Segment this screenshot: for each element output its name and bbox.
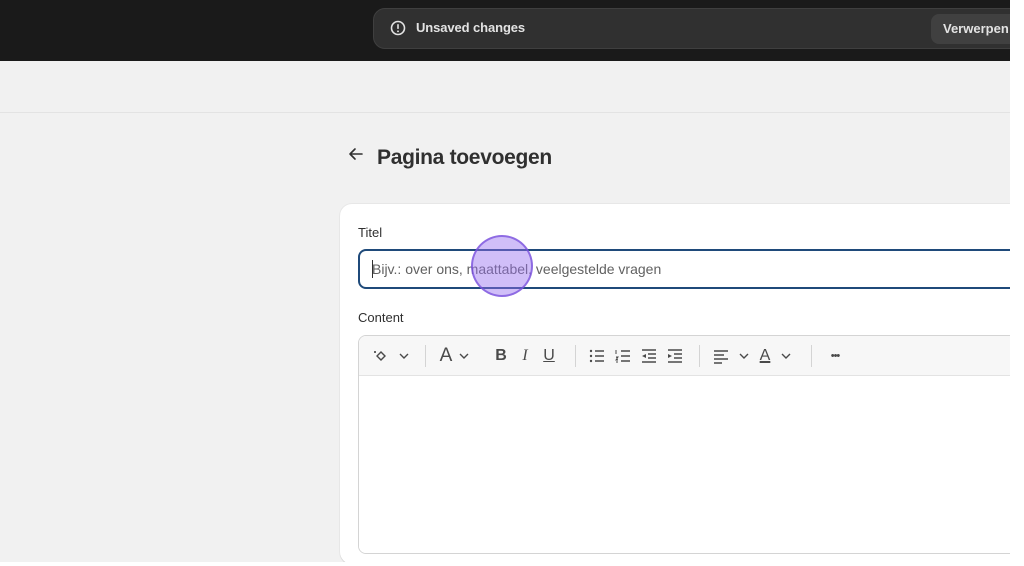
top-bar: Unsaved changes Verwerpen [0, 0, 1010, 61]
discard-button[interactable]: Verwerpen [931, 14, 1010, 44]
chevron-down-icon[interactable] [737, 345, 751, 367]
app-viewport: Unsaved changes Verwerpen Pagina toevoeg… [0, 0, 1010, 562]
rich-text-editor[interactable]: A B I U A ••• [358, 335, 1010, 554]
chevron-down-icon[interactable] [397, 345, 411, 367]
align-icon[interactable] [711, 345, 731, 367]
page-header: Pagina toevoegen [347, 144, 552, 172]
underline-icon[interactable]: U [541, 345, 557, 367]
page-form-card: Titel Content A [340, 204, 1010, 562]
unsaved-changes-text: Unsaved changes [416, 20, 526, 35]
numbered-list-icon[interactable] [613, 345, 633, 367]
editor-toolbar: A B I U A ••• [359, 336, 1010, 376]
text-color-icon[interactable]: A [757, 345, 773, 367]
chevron-down-icon[interactable] [779, 345, 793, 367]
toolbar-divider [699, 345, 700, 367]
bullet-list-icon[interactable] [587, 345, 607, 367]
toolbar-divider [575, 345, 576, 367]
bold-icon[interactable]: B [493, 345, 509, 367]
magic-icon[interactable] [371, 345, 391, 367]
contextual-save-bar: Unsaved changes Verwerpen [373, 8, 1010, 49]
more-icon[interactable]: ••• [823, 345, 847, 367]
title-label: Titel [358, 225, 383, 240]
text-style-icon[interactable]: A [437, 345, 455, 367]
outdent-icon[interactable] [639, 345, 659, 367]
toolbar-divider [425, 345, 426, 367]
title-field[interactable] [358, 249, 1010, 289]
secondary-header [0, 61, 1010, 113]
arrow-left-icon[interactable] [347, 140, 369, 176]
text-cursor [372, 260, 373, 278]
indent-icon[interactable] [665, 345, 685, 367]
click-indicator [471, 235, 533, 297]
toolbar-divider [811, 345, 812, 367]
alert-circle-icon [390, 20, 406, 36]
page-title: Pagina toevoegen [377, 146, 552, 169]
italic-icon[interactable]: I [517, 345, 533, 367]
editor-content-area[interactable] [359, 376, 1010, 553]
chevron-down-icon[interactable] [457, 345, 471, 367]
title-input[interactable] [360, 251, 1010, 287]
content-label: Content [358, 310, 404, 325]
